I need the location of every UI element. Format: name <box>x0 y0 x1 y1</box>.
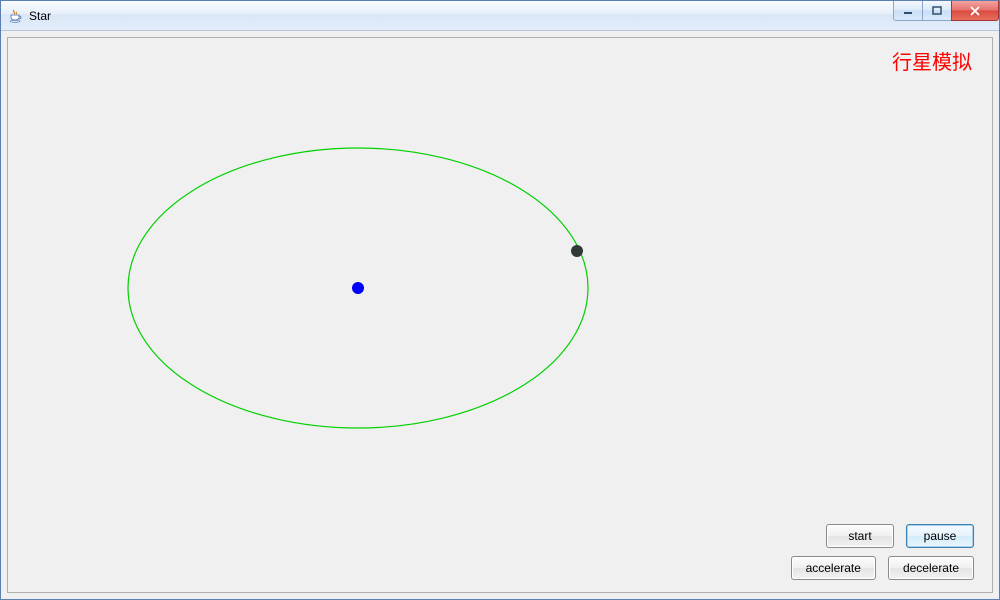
start-button[interactable]: start <box>826 524 894 548</box>
control-row-1: start pause <box>826 524 974 548</box>
minimize-button[interactable] <box>893 1 923 21</box>
app-window: Star 行星模拟 start pause accel <box>0 0 1000 600</box>
planet-body <box>571 245 583 257</box>
decelerate-button[interactable]: decelerate <box>888 556 974 580</box>
client-area: 行星模拟 start pause accelerate decelerate <box>7 37 993 593</box>
center-body <box>352 282 364 294</box>
simulation-canvas <box>8 38 992 592</box>
pause-button[interactable]: pause <box>906 524 974 548</box>
maximize-button[interactable] <box>922 1 952 21</box>
window-controls <box>894 1 999 21</box>
control-row-2: accelerate decelerate <box>791 556 974 580</box>
close-button[interactable] <box>951 1 999 21</box>
control-panel: start pause accelerate decelerate <box>791 524 974 580</box>
java-icon <box>7 8 23 24</box>
window-title: Star <box>29 9 51 23</box>
accelerate-button[interactable]: accelerate <box>791 556 876 580</box>
titlebar[interactable]: Star <box>1 1 999 31</box>
